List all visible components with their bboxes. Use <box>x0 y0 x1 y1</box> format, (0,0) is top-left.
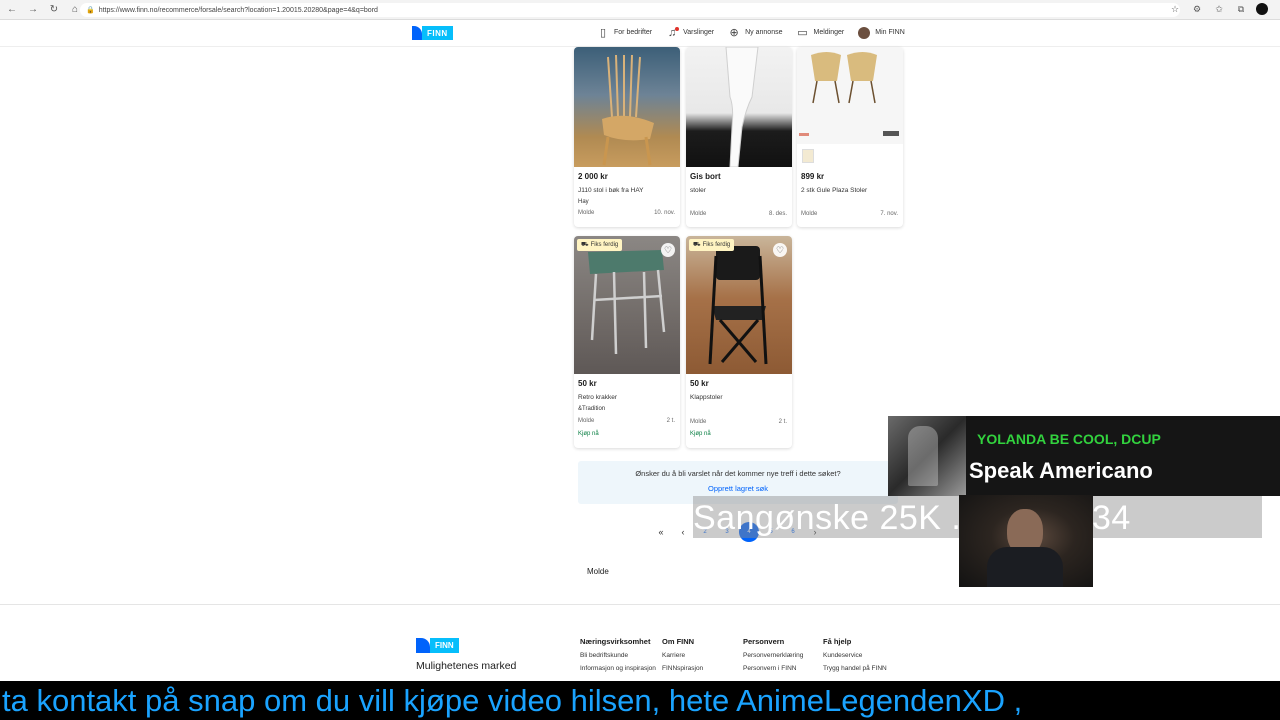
listing-image[interactable] <box>686 47 792 168</box>
now-playing-overlay: YOLANDA BE COOL, DCUP Speak Americano <box>888 416 1280 496</box>
listing-time: 7. nov. <box>880 211 898 217</box>
fiks-ferdig-badge: ⛟ Fiks ferdig <box>577 239 623 251</box>
site-header: FINN ▯ For bedrifter ♫ Varslinger ⊕ Ny a… <box>0 21 1280 47</box>
listing-price: 50 kr <box>578 379 597 388</box>
avatar <box>858 26 871 39</box>
thumbnail-icon[interactable] <box>802 149 814 163</box>
listing-card[interactable]: ⛟ Fiks ferdig ♡ 50 kr Retro krakker &Tra… <box>574 236 680 448</box>
favorite-heart-icon[interactable]: ♡ <box>661 243 675 257</box>
reload-icon[interactable]: ↻ <box>45 1 63 19</box>
folding-chair-illustration <box>708 246 768 365</box>
prev-page-button[interactable]: ‹ <box>672 527 694 537</box>
chair-illustration <box>602 54 654 166</box>
footer-link[interactable]: Bli bedriftskunde <box>580 652 660 660</box>
track-title: Speak Americano <box>969 458 1153 483</box>
lock-icon: 🔒 <box>86 7 95 14</box>
footer-logo[interactable]: FINN <box>416 638 459 653</box>
nav-min-finn[interactable]: Min FINN <box>858 26 905 39</box>
url-text: https://www.finn.no/recommerce/forsale/s… <box>98 6 378 14</box>
listing-time: 2 t. <box>778 419 787 425</box>
buy-now-label[interactable]: Kjøp nå <box>578 431 599 437</box>
listing-title: 2 stk Gule Plaza Stoler <box>801 187 868 194</box>
shipping-icon: ⛟ <box>693 242 701 248</box>
listing-title: J110 stol i bøk fra HAY <box>578 187 644 194</box>
listing-image[interactable] <box>574 47 680 167</box>
saved-search-question: Ønsker du å bli varslet når det kommer n… <box>635 469 841 478</box>
listing-card[interactable]: Gis bort stoler Molde 8. des. <box>686 47 792 227</box>
nav-for-bedrifter[interactable]: ▯ For bedrifter <box>597 26 652 39</box>
footer-link[interactable]: Informasjon og inspirasjon <box>580 665 660 673</box>
forward-icon[interactable]: → <box>24 1 42 19</box>
footer-link[interactable]: FINNspirasjon <box>662 665 742 673</box>
listing-brand: Hay <box>578 199 589 205</box>
listing-title: Retro krakker <box>578 394 618 401</box>
listing-time: 10. nov. <box>654 210 675 216</box>
listing-title: stoler <box>690 187 706 194</box>
track-artist: YOLANDA BE COOL, DCUP <box>977 431 1161 447</box>
listing-time: 8. des. <box>768 211 787 217</box>
listing-price: Gis bort <box>690 172 721 181</box>
create-saved-search-link[interactable]: Opprett lagret søk <box>578 484 898 493</box>
plus-circle-icon: ⊕ <box>729 27 739 39</box>
footer-column: Om FINN Karriere FINNspirasjon <box>662 637 742 678</box>
shipping-icon: ⛟ <box>581 242 589 248</box>
footer-link[interactable]: Personvern i FINN <box>743 665 823 673</box>
listing-location: Molde <box>578 210 595 216</box>
listing-location: Molde <box>690 211 707 217</box>
nav-meldinger[interactable]: ▭ Meldinger <box>796 26 844 39</box>
footer-link[interactable]: Trygg handel på FINN <box>823 665 903 673</box>
footer-tagline: Mulighetenes marked <box>416 660 517 672</box>
listing-card[interactable]: 2 000 kr J110 stol i bøk fra HAY Hay Mol… <box>574 47 680 227</box>
listing-image[interactable] <box>797 47 903 144</box>
stool-illustration <box>588 250 666 355</box>
ticker-banner: ta kontakt på snap om du vill kjøpe vide… <box>0 681 1280 720</box>
listing-time: 2 t. <box>666 418 675 424</box>
nav-varslinger[interactable]: ♫ Varslinger <box>666 26 714 39</box>
chair-illustration <box>725 47 759 168</box>
listing-location: Molde <box>690 419 707 425</box>
listing-price: 2 000 kr <box>578 172 608 181</box>
location-label: Molde <box>587 567 609 576</box>
footer-column: Få hjelp Kundeservice Trygg handel på FI… <box>823 637 903 678</box>
listing-brand: &Tradition <box>578 406 606 412</box>
footer-column: Personvern Personvernerklæring Personver… <box>743 637 823 678</box>
favorite-heart-icon[interactable]: ♡ <box>773 243 787 257</box>
footer-link[interactable]: Kundeservice <box>823 652 903 660</box>
header-nav: ▯ For bedrifter ♫ Varslinger ⊕ Ny annons… <box>597 26 905 39</box>
chair-illustration <box>799 52 899 136</box>
footer-divider <box>0 604 1280 605</box>
footer-link[interactable]: Personvernerklæring <box>743 652 823 660</box>
listing-location: Molde <box>578 418 595 424</box>
streamer-body <box>987 547 1063 587</box>
listing-card[interactable]: ⛟ Fiks ferdig ♡ 50 kr Klappstoler Molde … <box>686 236 792 448</box>
listing-price: 899 kr <box>801 172 825 181</box>
chat-icon: ▭ <box>797 27 808 39</box>
listing-location: Molde <box>801 211 818 217</box>
browser-toolbar: ← → ↻ ⌂ 🔒 https://www.finn.no/recommerce… <box>0 0 1280 20</box>
extensions-icon[interactable]: ⚙ <box>1190 4 1204 15</box>
building-icon: ▯ <box>599 27 607 39</box>
first-page-button[interactable]: « <box>650 527 672 537</box>
footer-link[interactable]: Karriere <box>662 652 742 660</box>
nav-ny-annonse[interactable]: ⊕ Ny annonse <box>728 26 783 39</box>
buy-now-label[interactable]: Kjøp nå <box>690 431 711 437</box>
finn-logo[interactable]: FINN <box>412 26 453 40</box>
listing-image[interactable]: ⛟ Fiks ferdig ♡ <box>574 236 680 374</box>
bell-icon: ♫ <box>668 26 680 39</box>
collections-icon[interactable]: ⧉ <box>1234 4 1248 15</box>
fiks-ferdig-badge: ⛟ Fiks ferdig <box>689 239 735 251</box>
webcam-overlay <box>959 495 1093 587</box>
profile-avatar[interactable] <box>1256 3 1268 15</box>
listing-title: Klappstoler <box>690 394 723 401</box>
listing-card[interactable]: 899 kr 2 stk Gule Plaza Stoler Molde 7. … <box>797 47 903 227</box>
star-icon[interactable]: ☆ <box>1168 4 1182 15</box>
favorites-icon[interactable]: ✩ <box>1212 4 1226 15</box>
listing-image[interactable]: ⛟ Fiks ferdig ♡ <box>686 236 792 374</box>
back-icon[interactable]: ← <box>3 1 21 19</box>
album-art <box>888 416 966 496</box>
listing-price: 50 kr <box>690 379 709 388</box>
address-bar[interactable]: 🔒 https://www.finn.no/recommerce/forsale… <box>80 3 1180 17</box>
footer-column: Næringsvirksomhet Bli bedriftskunde Info… <box>580 637 660 678</box>
